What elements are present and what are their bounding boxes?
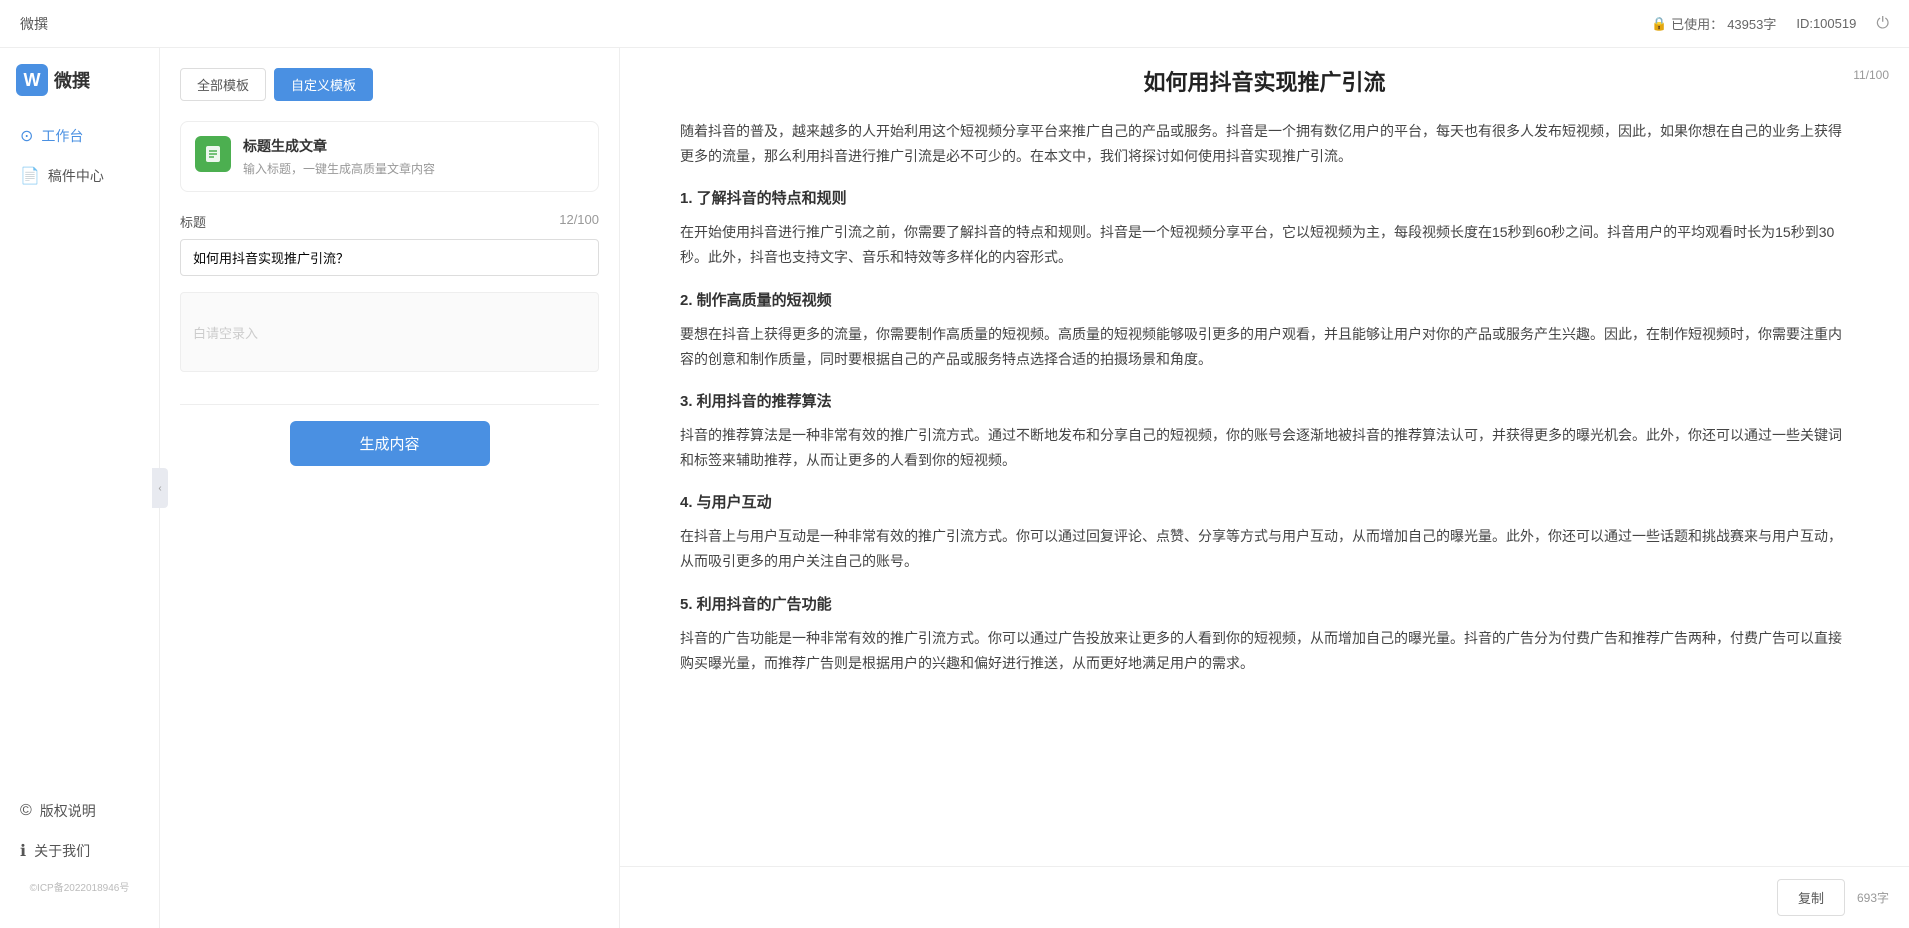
icp-text: ©ICP备2022018946号 <box>0 871 159 902</box>
title-label: 标题 <box>180 212 206 231</box>
workbench-icon: ⊙ <box>20 126 33 146</box>
right-footer: 复制 693字 <box>620 866 1909 928</box>
article-heading-9: 5. 利用抖音的广告功能 <box>680 591 1849 618</box>
logo: W 微撰 <box>0 64 159 116</box>
article-paragraph-4: 要想在抖音上获得更多的流量，你需要制作高质量的短视频。高质量的短视频能够吸引更多… <box>680 322 1849 372</box>
article-paragraph-2: 在开始使用抖音进行推广引流之前，你需要了解抖音的特点和规则。抖音是一个短视频分享… <box>680 220 1849 270</box>
content-placeholder[interactable]: 白请空录入 <box>180 292 599 372</box>
sidebar-item-about[interactable]: ℹ 关于我们 <box>0 831 159 871</box>
article-heading-5: 3. 利用抖音的推荐算法 <box>680 388 1849 415</box>
about-label: 关于我们 <box>34 841 90 861</box>
header-title: 微撰 <box>20 14 48 34</box>
tab-bar: 全部模板 自定义模板 <box>180 68 599 101</box>
header-right: 🔒 已使用： 43953字 ID:100519 ⏻ <box>1651 14 1889 33</box>
article-heading-7: 4. 与用户互动 <box>680 489 1849 516</box>
generate-button[interactable]: 生成内容 <box>290 421 490 466</box>
article-title: 如何用抖音实现推广引流 <box>680 68 1849 99</box>
template-card-icon <box>195 136 231 172</box>
form-divider <box>180 404 599 405</box>
sidebar-item-copyright[interactable]: © 版权说明 <box>0 791 159 831</box>
copyright-label: 版权说明 <box>40 801 96 821</box>
main-layout: W 微撰 ⊙ 工作台 📄 稿件中心 © 版权说明 ℹ 关于我们 ©ICP备202… <box>0 48 1909 928</box>
page-count: 11/100 <box>1853 68 1889 82</box>
drafts-icon: 📄 <box>20 166 40 186</box>
article-paragraph-10: 抖音的广告功能是一种非常有效的推广引流方式。你可以通过广告投放来让更多的人看到你… <box>680 626 1849 676</box>
title-input[interactable] <box>180 239 599 276</box>
template-card[interactable]: 标题生成文章 输入标题，一键生成高质量文章内容 <box>180 121 599 192</box>
logo-icon: W <box>16 64 48 96</box>
title-char-count: 12/100 <box>559 212 599 231</box>
usage-count: 43953字 <box>1727 14 1776 33</box>
content-placeholder-text: 白请空录入 <box>193 323 258 342</box>
sidebar: W 微撰 ⊙ 工作台 📄 稿件中心 © 版权说明 ℹ 关于我们 ©ICP备202… <box>0 48 160 928</box>
sidebar-item-drafts[interactable]: 📄 稿件中心 <box>0 156 159 196</box>
title-form-section: 标题 12/100 <box>180 212 599 276</box>
template-name: 标题生成文章 <box>243 136 435 156</box>
template-desc: 输入标题，一键生成高质量文章内容 <box>243 160 435 177</box>
article-header: 如何用抖音实现推广引流 11/100 <box>620 48 1909 109</box>
content-form-section: 白请空录入 <box>180 292 599 372</box>
id-info: ID:100519 <box>1796 16 1856 31</box>
title-label-row: 标题 12/100 <box>180 212 599 231</box>
article-paragraph-6: 抖音的推荐算法是一种非常有效的推广引流方式。通过不断地发布和分享自己的短视频，你… <box>680 423 1849 473</box>
template-info: 标题生成文章 输入标题，一键生成高质量文章内容 <box>243 136 435 177</box>
word-count: 693字 <box>1857 889 1889 906</box>
article-paragraph-0: 随着抖音的普及，越来越多的人开始利用这个短视频分享平台来推广自己的产品或服务。抖… <box>680 119 1849 169</box>
tab-all[interactable]: 全部模板 <box>180 68 266 101</box>
drafts-label: 稿件中心 <box>48 166 104 186</box>
copy-button[interactable]: 复制 <box>1777 879 1845 916</box>
article-paragraph-8: 在抖音上与用户互动是一种非常有效的推广引流方式。你可以通过回复评论、点赞、分享等… <box>680 524 1849 574</box>
copyright-icon: © <box>20 802 32 820</box>
about-icon: ℹ <box>20 841 26 861</box>
workbench-label: 工作台 <box>41 126 83 146</box>
lock-icon: 🔒 <box>1651 16 1667 32</box>
article-heading-1: 1. 了解抖音的特点和规则 <box>680 185 1849 212</box>
left-panel: 全部模板 自定义模板 标题生成文章 输入标题，一键生成高质量文章内容 <box>160 48 620 928</box>
usage-info: 🔒 已使用： 43953字 <box>1651 14 1776 33</box>
power-icon[interactable]: ⏻ <box>1876 15 1889 33</box>
sidebar-item-workbench[interactable]: ⊙ 工作台 <box>0 116 159 156</box>
usage-label: 已使用： <box>1671 14 1723 33</box>
app-header: 微撰 🔒 已使用： 43953字 ID:100519 ⏻ <box>0 0 1909 48</box>
content-area: 全部模板 自定义模板 标题生成文章 输入标题，一键生成高质量文章内容 <box>160 48 1909 928</box>
tab-custom[interactable]: 自定义模板 <box>274 68 373 101</box>
article-body: 随着抖音的普及，越来越多的人开始利用这个短视频分享平台来推广自己的产品或服务。抖… <box>620 109 1909 866</box>
right-panel: 如何用抖音实现推广引流 11/100 随着抖音的普及，越来越多的人开始利用这个短… <box>620 48 1909 928</box>
document-icon <box>203 144 223 164</box>
article-heading-3: 2. 制作高质量的短视频 <box>680 287 1849 314</box>
logo-text: 微撰 <box>54 67 90 93</box>
sidebar-bottom: © 版权说明 ℹ 关于我们 ©ICP备2022018946号 <box>0 791 159 912</box>
collapse-button[interactable]: ‹ <box>152 468 168 508</box>
svg-text:W: W <box>24 70 41 90</box>
